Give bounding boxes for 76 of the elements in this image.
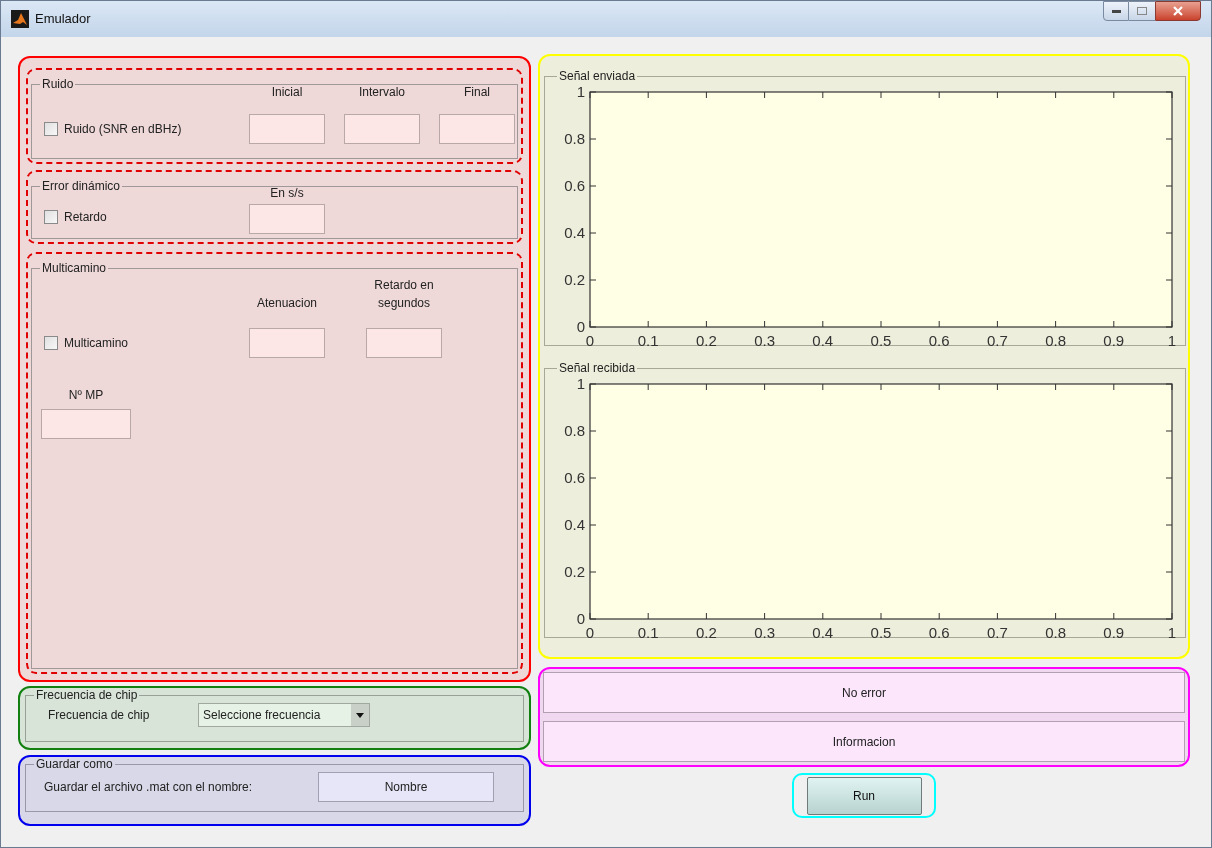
y-tick-label: 1 <box>576 375 585 392</box>
x-tick-label: 0 <box>585 624 595 640</box>
x-tick-label: 0.3 <box>754 624 776 640</box>
column-label: Atenuacion <box>255 295 318 312</box>
y-tick-label: 0.8 <box>564 422 585 439</box>
status-text: No error <box>543 672 1185 713</box>
input-field[interactable] <box>249 204 325 234</box>
group-title: Ruido <box>41 78 75 90</box>
x-tick-label: 0.5 <box>870 332 892 348</box>
frequency-dropdown[interactable]: Seleccione frecuencia <box>198 703 370 727</box>
field-label: Frecuencia de chip <box>48 707 151 724</box>
x-tick-label: 0.8 <box>1045 332 1067 348</box>
column-label: Final <box>464 84 490 101</box>
x-tick-label: 0.5 <box>870 624 892 640</box>
group-title: Error dinámico <box>41 180 122 192</box>
x-tick-label: 0.4 <box>812 624 834 640</box>
x-tick-label: 0.1 <box>637 624 659 640</box>
column-label: En s/s <box>270 185 304 202</box>
x-tick-label: 0.9 <box>1103 332 1125 348</box>
x-tick-label: 0.3 <box>754 332 776 348</box>
plot-title: Señal enviada <box>558 70 637 82</box>
maximize-icon <box>1137 7 1147 15</box>
dropdown-arrow-icon <box>356 712 364 718</box>
checkbox-label: Ruido (SNR en dBHz) <box>64 121 182 138</box>
x-tick-label: 0.4 <box>812 332 834 348</box>
input-field[interactable] <box>344 114 420 144</box>
input-field[interactable] <box>439 114 515 144</box>
x-tick-label: 1 <box>1167 624 1177 640</box>
checkbox[interactable] <box>44 210 58 224</box>
y-tick-label: 0.6 <box>564 469 585 486</box>
y-tick-label: 0.4 <box>564 224 585 241</box>
y-tick-label: 0.4 <box>564 516 585 533</box>
input-field[interactable] <box>41 409 131 439</box>
minimize-button[interactable] <box>1103 1 1129 21</box>
x-tick-label: 0.2 <box>695 332 717 348</box>
y-tick-label: 0 <box>576 318 585 335</box>
x-tick-label: 0 <box>585 332 595 348</box>
x-tick-label: 0.6 <box>928 332 950 348</box>
mp-label: Nº MP <box>68 387 104 404</box>
group-title: Guardar como <box>35 758 114 770</box>
minimize-icon <box>1111 9 1121 13</box>
status-text: Informacion <box>543 721 1185 762</box>
y-tick-label: 0 <box>576 610 585 627</box>
x-tick-label: 0.7 <box>986 624 1008 640</box>
group-title: Frecuencia de chip <box>35 689 139 701</box>
checkbox[interactable] <box>44 122 58 136</box>
close-icon <box>1173 6 1183 16</box>
x-tick-label: 0.6 <box>928 624 950 640</box>
filename-field[interactable]: Nombre <box>318 772 494 802</box>
y-tick-label: 0.2 <box>564 563 585 580</box>
app-icon <box>11 10 29 28</box>
input-field[interactable] <box>249 114 325 144</box>
plot-title: Señal recibida <box>558 362 637 374</box>
y-tick-label: 0.8 <box>564 130 585 147</box>
column-label: Inicial <box>271 84 303 101</box>
run-button[interactable]: Run <box>806 776 922 815</box>
x-tick-label: 0.8 <box>1045 624 1067 640</box>
column-label: Intervalo <box>359 84 405 101</box>
y-tick-label: 0.6 <box>564 177 585 194</box>
x-tick-label: 0.7 <box>986 332 1008 348</box>
y-tick-label: 1 <box>576 83 585 100</box>
checkbox-label: Retardo <box>64 209 107 226</box>
input-field[interactable] <box>249 328 325 358</box>
field-label: Guardar el archivo .mat con el nombre: <box>44 779 254 796</box>
close-button[interactable] <box>1155 1 1201 21</box>
x-tick-label: 0.1 <box>637 332 659 348</box>
x-tick-label: 0.2 <box>695 624 717 640</box>
y-tick-label: 0.2 <box>564 271 585 288</box>
x-tick-label: 1 <box>1167 332 1177 348</box>
window-title: Emulador <box>35 10 91 29</box>
input-field[interactable] <box>366 328 442 358</box>
x-tick-label: 0.9 <box>1103 624 1125 640</box>
checkbox-label: Multicamino <box>64 335 129 352</box>
checkbox[interactable] <box>44 336 58 350</box>
group-title: Multicamino <box>41 262 108 274</box>
column-label: Retardo en segundos <box>373 277 435 312</box>
